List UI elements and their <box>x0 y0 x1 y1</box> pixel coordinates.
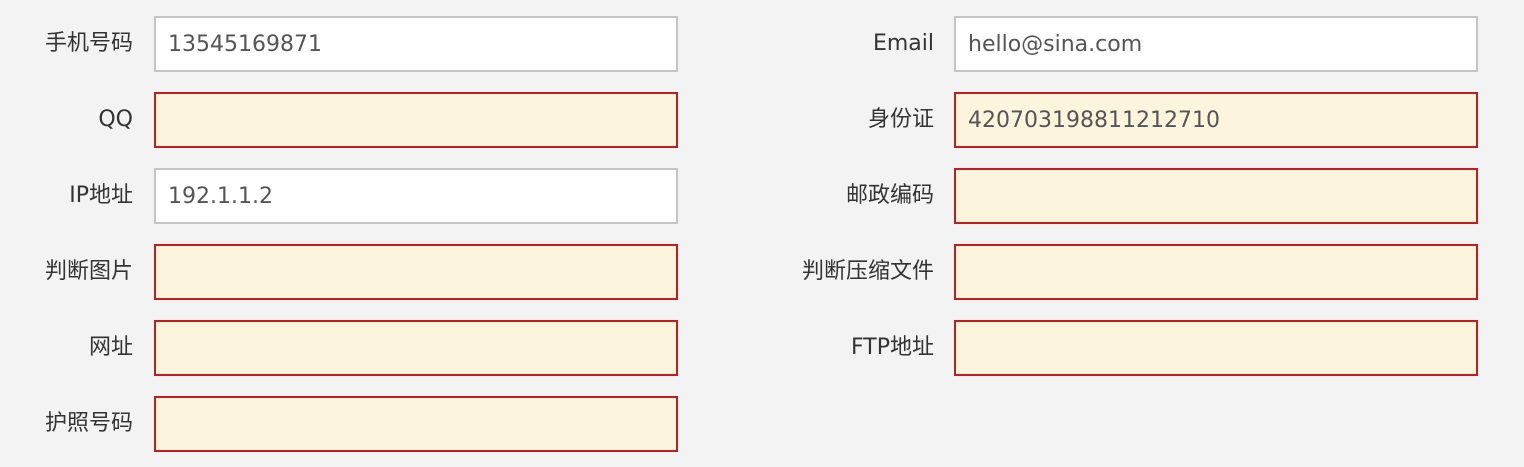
passport-input[interactable] <box>154 396 678 452</box>
qq-label: QQ <box>98 107 133 132</box>
id-card-input[interactable] <box>954 92 1478 148</box>
archive-check-label: 判断压缩文件 <box>801 259 934 284</box>
email-label: Email <box>872 31 934 56</box>
mobile-label: 手机号码 <box>44 31 133 56</box>
ip-input[interactable] <box>154 168 678 224</box>
url-label: 网址 <box>88 335 133 360</box>
archive-check-input[interactable] <box>954 244 1478 300</box>
postal-code-label: 邮政编码 <box>845 183 934 208</box>
ftp-label: FTP地址 <box>851 335 934 360</box>
url-input[interactable] <box>154 320 678 376</box>
ftp-input[interactable] <box>954 320 1478 376</box>
postal-code-input[interactable] <box>954 168 1478 224</box>
image-check-label: 判断图片 <box>44 259 133 284</box>
ip-label: IP地址 <box>69 183 133 208</box>
passport-label: 护照号码 <box>44 411 133 436</box>
email-input[interactable] <box>954 16 1478 72</box>
validation-form: 手机号码 Email QQ 身份证 IP地址 邮政编码 判断图片 判断压缩文件 … <box>0 0 1524 467</box>
id-card-label: 身份证 <box>867 107 934 132</box>
qq-input[interactable] <box>154 92 678 148</box>
image-check-input[interactable] <box>154 244 678 300</box>
mobile-input[interactable] <box>154 16 678 72</box>
